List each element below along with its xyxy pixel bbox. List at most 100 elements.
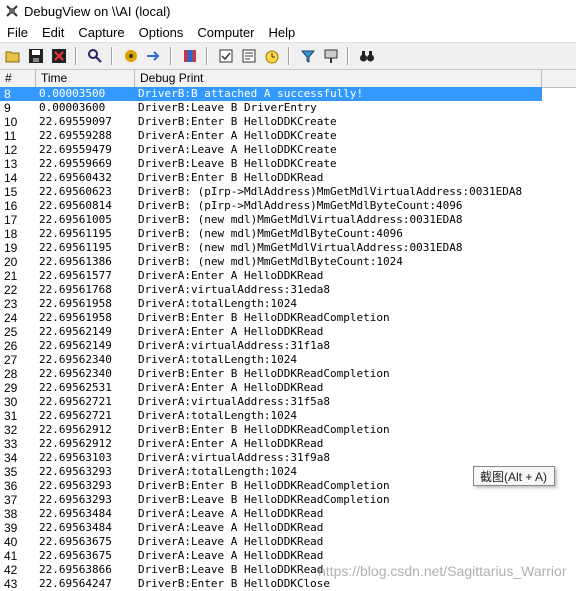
table-row[interactable]: 9 0.00003600 DriverB:Leave B DriverEntry <box>0 101 576 115</box>
row-debug-print: DriverB: (new mdl)MmGetMdlByteCount:4096 <box>138 227 403 240</box>
row-number: 40 <box>4 535 18 549</box>
table-row[interactable]: 14 22.69560432 DriverB:Enter B HelloDDKRea… <box>0 171 576 185</box>
table-row[interactable]: 11 22.69559288 DriverA:Enter A HelloDDKCre… <box>0 129 576 143</box>
row-debug-print: DriverB:Leave B HelloDDKRead <box>138 563 324 576</box>
row-debug-print: DriverA:Leave A HelloDDKRead <box>138 549 324 562</box>
row-debug-print: DriverA:Enter A HelloDDKCreate <box>138 129 337 142</box>
row-time: 22.69562912 <box>39 423 112 436</box>
table-row[interactable]: 12 22.69559479 DriverA:Leave A HelloDDKCre… <box>0 143 576 157</box>
table-row[interactable]: 17 22.69561005 DriverB: (new mdl)MmGetMdlV… <box>0 213 576 227</box>
history-icon[interactable] <box>298 46 318 66</box>
toolbar-separator <box>170 47 171 65</box>
table-row[interactable]: 10 22.69559097 DriverB:Enter B HelloDDKCre… <box>0 115 576 129</box>
menu-capture[interactable]: Capture <box>71 25 131 40</box>
row-debug-print: DriverB:Leave B HelloDDKReadCompletion <box>138 493 390 506</box>
row-number: 27 <box>4 353 18 367</box>
row-time: 22.69561577 <box>39 269 112 282</box>
clock-icon[interactable] <box>262 46 282 66</box>
row-time: 22.69562912 <box>39 437 112 450</box>
row-number: 32 <box>4 423 18 437</box>
autoscroll-icon[interactable] <box>144 46 164 66</box>
row-debug-print: DriverA:virtualAddress:31eda8 <box>138 283 331 296</box>
row-time: 22.69563484 <box>39 521 112 534</box>
row-number: 24 <box>4 311 18 325</box>
row-number: 21 <box>4 269 18 283</box>
table-row[interactable]: 34 22.69563103 DriverA:virtualAddress:31f9… <box>0 451 576 465</box>
row-time: 22.69559669 <box>39 157 112 170</box>
save-icon[interactable] <box>26 46 46 66</box>
capture-icon[interactable] <box>121 46 141 66</box>
row-number: 12 <box>4 143 18 157</box>
table-row-selected[interactable]: 8 0.00003500 DriverB:B attached A successf… <box>0 87 542 101</box>
table-row[interactable]: 40 22.69563675 DriverA:Leave A HelloDDKRea… <box>0 535 576 549</box>
row-time: 22.69561768 <box>39 283 112 296</box>
table-row[interactable]: 41 22.69563675 DriverA:Leave A HelloDDKRea… <box>0 549 576 563</box>
row-debug-print: DriverB:Enter B HelloDDKClose <box>138 577 331 590</box>
row-debug-print: DriverB:Enter B HelloDDKRead <box>138 171 324 184</box>
row-time: 22.69563484 <box>39 507 112 520</box>
menu-file[interactable]: File <box>0 25 35 40</box>
table-row[interactable]: 28 22.69562340 DriverB:Enter B HelloDDKRea… <box>0 367 576 381</box>
row-debug-print: DriverB: (new mdl)MmGetMdlByteCount:1024 <box>138 255 403 268</box>
kernel-icon[interactable] <box>321 46 341 66</box>
table-row[interactable]: 39 22.69563484 DriverA:Leave A HelloDDKRea… <box>0 521 576 535</box>
table-row[interactable]: 25 22.69562149 DriverA:Enter A HelloDDKRea… <box>0 325 576 339</box>
table-row[interactable]: 26 22.69562149 DriverA:virtualAddress:31f1… <box>0 339 576 353</box>
row-debug-print: DriverA:totalLength:1024 <box>138 465 297 478</box>
table-row[interactable]: 43 22.69564247 DriverB:Enter B HelloDDKClo… <box>0 577 576 591</box>
row-number: 36 <box>4 479 18 493</box>
menu-edit[interactable]: Edit <box>35 25 71 40</box>
row-debug-print: DriverB: (pIrp->MdlAddress)MmGetMdlVirtu… <box>138 185 523 198</box>
row-time: 22.69561958 <box>39 311 112 324</box>
filter-icon[interactable] <box>216 46 236 66</box>
table-row[interactable]: 31 22.69562721 DriverA:totalLength:1024 <box>0 409 576 423</box>
table-row[interactable]: 33 22.69562912 DriverA:Enter A HelloDDKRea… <box>0 437 576 451</box>
row-debug-print: DriverA:totalLength:1024 <box>138 297 297 310</box>
table-row[interactable]: 18 22.69561195 DriverB: (new mdl)MmGetMdlB… <box>0 227 576 241</box>
table-row[interactable]: 21 22.69561577 DriverA:Enter A HelloDDKRea… <box>0 269 576 283</box>
menu-computer[interactable]: Computer <box>190 25 261 40</box>
row-number: 8 <box>4 87 11 101</box>
bookmark-icon[interactable] <box>180 46 200 66</box>
column-header-time[interactable]: Time <box>36 70 135 87</box>
clear-icon[interactable] <box>49 46 69 66</box>
find-icon[interactable] <box>85 46 105 66</box>
search-binoculars-icon[interactable] <box>357 46 377 66</box>
table-row[interactable]: 32 22.69562912 DriverB:Enter B HelloDDKRea… <box>0 423 576 437</box>
table-row[interactable]: 13 22.69559669 DriverB:Leave B HelloDDKCre… <box>0 157 576 171</box>
row-debug-print: DriverA:Leave A HelloDDKCreate <box>138 143 337 156</box>
row-debug-print: DriverB:Leave B DriverEntry <box>138 101 317 114</box>
row-time: 22.69564247 <box>39 577 112 590</box>
toolbar-separator <box>288 47 289 65</box>
column-header-debug-print[interactable]: Debug Print <box>135 70 542 87</box>
debug-output-list[interactable]: 8 0.00003500 DriverB:B attached A successf… <box>0 87 576 591</box>
table-row[interactable]: 15 22.69560623 DriverB: (pIrp->MdlAddress)… <box>0 185 576 199</box>
row-number: 34 <box>4 451 18 465</box>
row-time: 22.69561195 <box>39 241 112 254</box>
row-time: 22.69561005 <box>39 213 112 226</box>
table-row[interactable]: 22 22.69561768 DriverA:virtualAddress:31ed… <box>0 283 576 297</box>
table-row[interactable]: 37 22.69563293 DriverB:Leave B HelloDDKRea… <box>0 493 576 507</box>
toolbar-separator <box>111 47 112 65</box>
table-row[interactable]: 23 22.69561958 DriverA:totalLength:1024 <box>0 297 576 311</box>
table-row[interactable]: 16 22.69560814 DriverB: (pIrp->MdlAddress)… <box>0 199 576 213</box>
column-header-number[interactable]: # <box>0 70 36 87</box>
menu-help[interactable]: Help <box>262 25 303 40</box>
row-time: 22.69562721 <box>39 409 112 422</box>
toolbar-separator <box>206 47 207 65</box>
table-row[interactable]: 24 22.69561958 DriverB:Enter B HelloDDKRea… <box>0 311 576 325</box>
row-time: 22.69562149 <box>39 339 112 352</box>
table-row[interactable]: 20 22.69561386 DriverB: (new mdl)MmGetMdlB… <box>0 255 576 269</box>
row-debug-print: DriverB: (new mdl)MmGetMdlVirtualAddress… <box>138 241 463 254</box>
table-row[interactable]: 38 22.69563484 DriverA:Leave A HelloDDKRea… <box>0 507 576 521</box>
table-row[interactable]: 30 22.69562721 DriverA:virtualAddress:31f5… <box>0 395 576 409</box>
row-debug-print: DriverB:Leave B HelloDDKCreate <box>138 157 337 170</box>
table-row[interactable]: 29 22.69562531 DriverA:Enter A HelloDDKRea… <box>0 381 576 395</box>
open-icon[interactable] <box>3 46 23 66</box>
table-row[interactable]: 27 22.69562340 DriverA:totalLength:1024 <box>0 353 576 367</box>
table-row[interactable]: 19 22.69561195 DriverB: (new mdl)MmGetMdlV… <box>0 241 576 255</box>
list-header: # Time Debug Print <box>0 70 576 88</box>
menu-options[interactable]: Options <box>132 25 191 40</box>
highlight-icon[interactable] <box>239 46 259 66</box>
row-time: 22.69560432 <box>39 171 112 184</box>
